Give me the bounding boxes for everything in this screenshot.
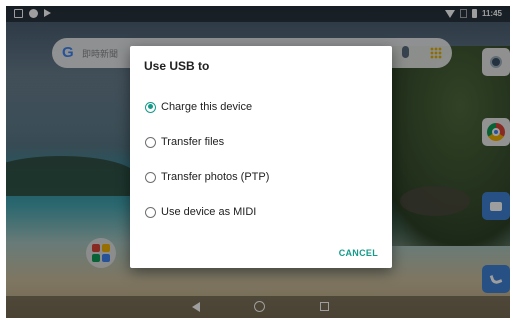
option-transfer-photos[interactable]: Transfer photos (PTP): [145, 169, 269, 185]
option-label: Transfer photos (PTP): [161, 171, 270, 183]
usb-mode-dialog: Use USB to Charge this device Transfer f…: [130, 46, 392, 268]
radio-unchecked-icon[interactable]: [145, 171, 156, 183]
option-charge-device[interactable]: Charge this device: [145, 99, 252, 115]
option-midi[interactable]: Use device as MIDI: [145, 204, 256, 220]
cancel-button[interactable]: CANCEL: [339, 248, 378, 258]
option-label: Use device as MIDI: [161, 206, 257, 218]
option-label: Transfer files: [161, 136, 225, 148]
radio-checked-icon[interactable]: [145, 101, 156, 113]
dialog-title: Use USB to: [144, 59, 210, 73]
radio-unchecked-icon[interactable]: [145, 136, 156, 148]
android-home-screen: 11:45 G 即時新聞 Use USB to Charge this devi…: [6, 6, 510, 318]
option-transfer-files[interactable]: Transfer files: [145, 134, 224, 150]
option-label: Charge this device: [161, 101, 253, 113]
radio-unchecked-icon[interactable]: [145, 206, 156, 218]
